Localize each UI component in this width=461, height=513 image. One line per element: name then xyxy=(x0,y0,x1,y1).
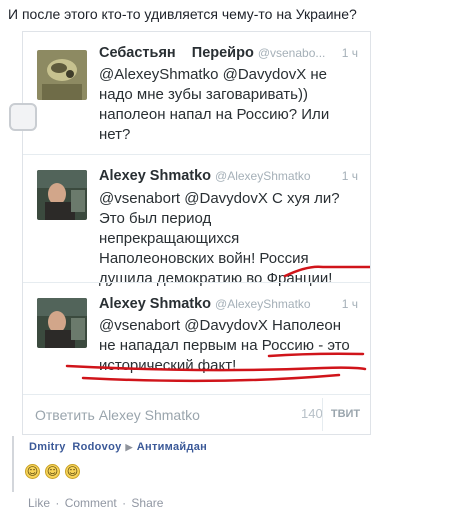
tweet-line: @vsenabort @DavydovX С хуя ли? xyxy=(99,190,340,207)
checkbox-overlay[interactable] xyxy=(9,103,37,131)
author-handle[interactable]: @AlexeyShmatko xyxy=(215,297,311,311)
divider xyxy=(12,436,14,492)
author-name[interactable]: Alexey Shmatko xyxy=(99,168,211,184)
reply-input[interactable]: Ответить Alexey Shmatko xyxy=(35,407,200,423)
tweet-line: не нападал первым на Россию - это xyxy=(99,337,350,354)
tweet-2: Alexey Shmatko @AlexeyShmatko 1 ч @vsenab… xyxy=(23,154,370,287)
avatar xyxy=(37,170,87,220)
tweet-line: наполеон напал на Россию? Или xyxy=(99,106,330,123)
shared-target-link[interactable]: Антимайдан xyxy=(137,441,207,453)
author-handle[interactable]: @vsenabo... xyxy=(258,46,326,60)
tweet-line: @AlexeyShmatko @DavydovX не xyxy=(99,66,327,83)
reply-bar: Ответить Alexey Shmatko 140 ТВИТ xyxy=(23,394,370,434)
smiley-icon: ☺ xyxy=(65,464,80,479)
tweet-text: @vsenabort @DavydovX Наполеон не нападал… xyxy=(99,316,362,376)
post-actions: Like · Comment · Share xyxy=(28,496,163,510)
avatar xyxy=(37,50,87,100)
comment-link[interactable]: Comment xyxy=(65,496,117,510)
tweet-header: Alexey Shmatko @AlexeyShmatko 1 ч xyxy=(99,167,360,184)
tweet-line: исторический факт! xyxy=(99,357,237,374)
separator: · xyxy=(122,496,127,510)
tweet-1: Себастьян Перейро @vsenabo... 1 ч @Alexey… xyxy=(23,32,370,154)
tweet-header: Alexey Shmatko @AlexeyShmatko 1 ч xyxy=(99,295,360,312)
tweet-line: @vsenabort @DavydovX Наполеон xyxy=(99,317,342,334)
emoji-row: ☺ ☺ ☺ xyxy=(25,464,80,479)
tweet-time[interactable]: 1 ч xyxy=(342,169,358,183)
tweet-button[interactable]: ТВИТ xyxy=(322,398,368,431)
tweet-line: надо мне зубы заговаривать)) xyxy=(99,86,308,103)
tweet-time[interactable]: 1 ч xyxy=(342,297,358,311)
author-name[interactable]: Себастьян Перейро xyxy=(99,45,254,61)
smiley-icon: ☺ xyxy=(25,464,40,479)
tweet-text: @vsenabort @DavydovX С хуя ли? Это был п… xyxy=(99,189,362,289)
tweet-header: Себастьян Перейро @vsenabo... 1 ч xyxy=(99,44,360,61)
tweet-3: Alexey Shmatko @AlexeyShmatko 1 ч @vsenab… xyxy=(23,282,370,394)
smiley-icon: ☺ xyxy=(45,464,60,479)
tweet-screenshot-card: Себастьян Перейро @vsenabo... 1 ч @Alexey… xyxy=(22,31,371,435)
separator: · xyxy=(55,496,60,510)
shared-line: Dmitry Rodovoy ▶ Антимайдан xyxy=(29,441,207,453)
tweet-line: непрекращающихся xyxy=(99,230,240,247)
char-count: 140 xyxy=(301,406,323,421)
arrow-right-icon: ▶ xyxy=(125,442,133,452)
tweet-line: Это был период xyxy=(99,210,212,227)
author-name[interactable]: Alexey Shmatko xyxy=(99,296,211,312)
shared-author-link[interactable]: Dmitry Rodovoy xyxy=(29,441,122,453)
avatar xyxy=(37,298,87,348)
tweet-text: @AlexeyShmatko @DavydovX не надо мне зуб… xyxy=(99,65,362,145)
like-link[interactable]: Like xyxy=(28,496,50,510)
tweet-line: нет? xyxy=(99,126,131,143)
post-text: И после этого кто-то удивляется чему-то … xyxy=(8,6,357,22)
tweet-line: Наполеоновских войн! Россия xyxy=(99,250,309,267)
author-handle[interactable]: @AlexeyShmatko xyxy=(215,169,311,183)
tweet-time[interactable]: 1 ч xyxy=(342,46,358,60)
share-link[interactable]: Share xyxy=(131,496,163,510)
